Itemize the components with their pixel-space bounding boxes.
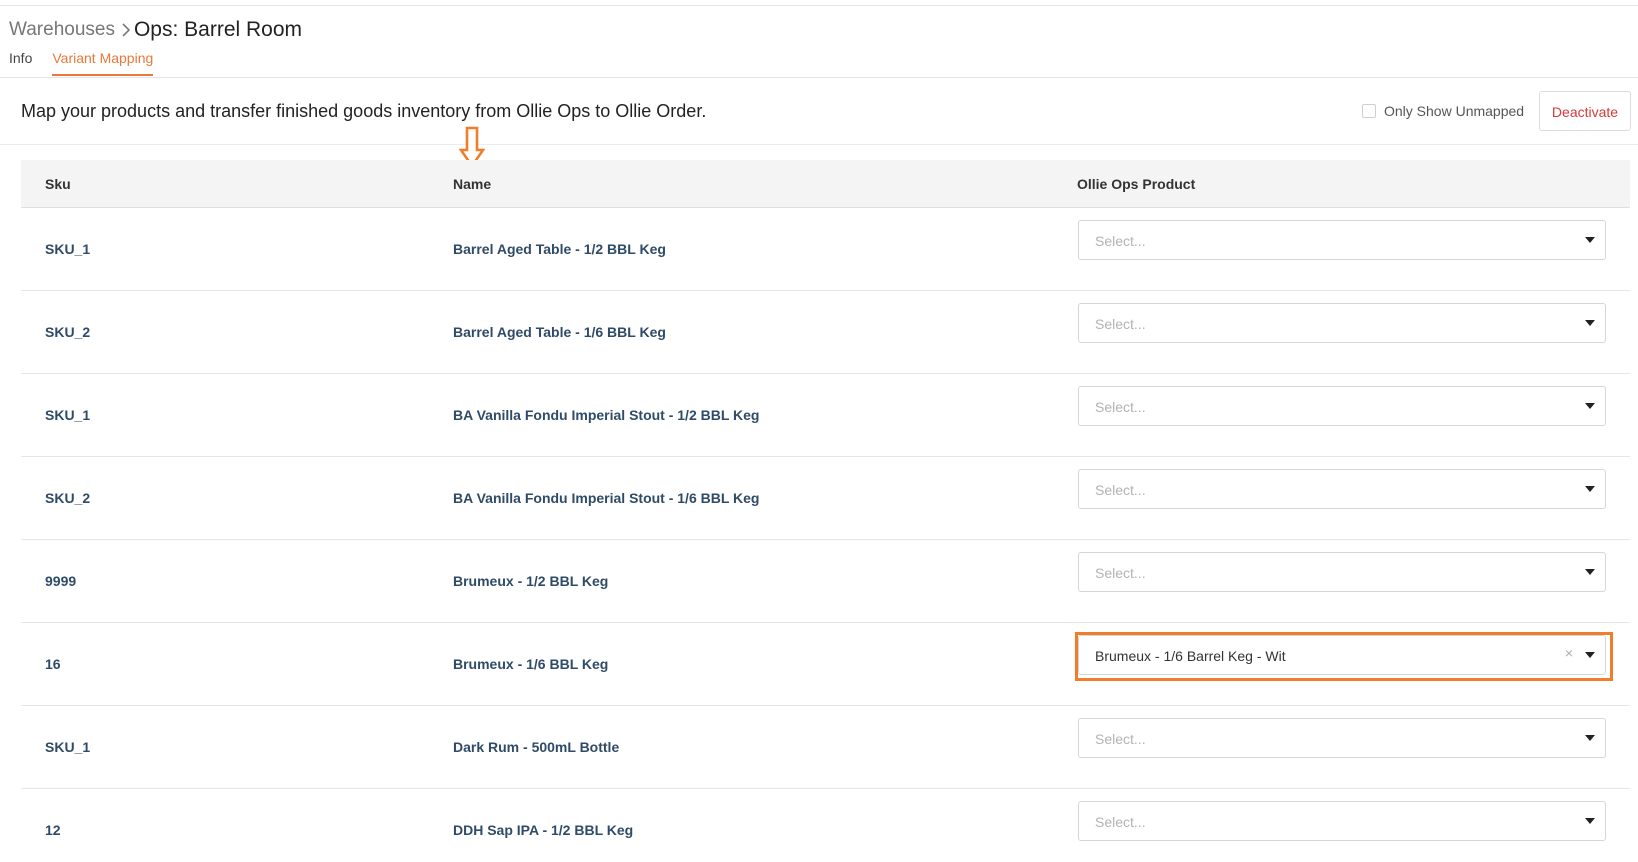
caret-down-icon[interactable] [1585,320,1595,326]
sku-cell: SKU_1 [45,407,91,423]
tab-variant-mapping[interactable]: Variant Mapping [52,49,154,76]
caret-down-icon[interactable] [1585,237,1595,243]
table-row: SKU_1 BA Vanilla Fondu Imperial Stout - 1… [21,374,1630,457]
ollie-ops-product-select[interactable]: Select... [1078,469,1606,509]
select-placeholder: Select... [1095,731,1146,747]
select-placeholder: Select... [1095,399,1146,415]
caret-down-icon[interactable] [1585,569,1595,575]
column-header-ollie-ops-product: Ollie Ops Product [1077,176,1196,192]
select-placeholder: Select... [1095,482,1146,498]
table-row: SKU_1 Barrel Aged Table - 1/2 BBL Keg Sele… [21,208,1630,291]
header-divider [0,144,1638,145]
ollie-ops-product-select[interactable]: Select... [1078,801,1606,841]
caret-down-icon[interactable] [1585,818,1595,824]
top-divider [0,5,1638,6]
table-row: 16 Brumeux - 1/6 BBL Keg Brumeux - 1/6 Bar… [21,623,1630,706]
breadcrumb: Warehouses Ops: Barrel Room [9,17,302,43]
product-name-cell: BA Vanilla Fondu Imperial Stout - 1/6 BB… [453,490,760,506]
ollie-ops-product-select[interactable]: Select... [1078,303,1606,343]
table-body: SKU_1 Barrel Aged Table - 1/2 BBL Keg Sele… [21,208,1630,862]
table-row: 12 DDH Sap IPA - 1/2 BBL Keg Select... [21,789,1630,862]
caret-down-icon[interactable] [1585,486,1595,492]
sku-cell: 12 [45,822,61,838]
page-title: Ops: Barrel Room [133,18,303,41]
tabs-divider [0,77,1638,78]
clear-selection-icon[interactable]: × [1565,645,1573,661]
product-name-cell: Barrel Aged Table - 1/2 BBL Keg [453,241,666,257]
select-placeholder: Select... [1095,814,1146,830]
sku-cell: SKU_1 [45,739,91,755]
select-placeholder: Select... [1095,565,1146,581]
product-name-cell: BA Vanilla Fondu Imperial Stout - 1/2 BB… [453,407,760,423]
table-header: Sku Name Ollie Ops Product [21,160,1630,208]
table-row: SKU_2 Barrel Aged Table - 1/6 BBL Keg Sele… [21,291,1630,374]
sku-cell: SKU_2 [45,324,91,340]
table-row: SKU_2 BA Vanilla Fondu Imperial Stout - 1… [21,457,1630,540]
product-name-cell: Dark Rum - 500mL Bottle [453,739,620,755]
sku-cell: 9999 [45,573,77,589]
column-header-sku: Sku [45,176,71,192]
tab-info[interactable]: Info [9,49,32,76]
caret-down-icon[interactable] [1585,735,1595,741]
product-name-cell: Barrel Aged Table - 1/6 BBL Keg [453,324,666,340]
ollie-ops-product-select[interactable]: Select... [1078,220,1606,260]
product-name-cell: Brumeux - 1/2 BBL Keg [453,573,609,589]
only-show-unmapped-label: Only Show Unmapped [1384,103,1525,119]
selected-product-value: Brumeux - 1/6 Barrel Keg - Wit [1095,648,1286,664]
select-placeholder: Select... [1095,233,1146,249]
chevron-right-icon [121,23,131,37]
sku-cell: 16 [45,656,61,672]
select-placeholder: Select... [1095,316,1146,332]
only-show-unmapped-checkbox[interactable] [1362,104,1376,118]
ollie-ops-product-select[interactable]: Select... [1078,552,1606,592]
ollie-ops-product-select[interactable]: Select... [1078,718,1606,758]
caret-down-icon[interactable] [1585,652,1595,658]
column-header-name: Name [453,176,492,192]
variant-mapping-page: Warehouses Ops: Barrel Room Info Variant… [0,0,1638,862]
table-row: SKU_1 Dark Rum - 500mL Bottle Select... [21,706,1630,789]
deactivate-button[interactable]: Deactivate [1539,91,1631,131]
variant-mapping-table: Sku Name Ollie Ops Product SKU_1 Barrel A… [21,160,1630,862]
tab-bar: Info Variant Mapping [9,49,173,76]
product-name-cell: Brumeux - 1/6 BBL Keg [453,656,609,672]
ollie-ops-product-select[interactable]: Select... [1078,386,1606,426]
only-show-unmapped-toggle[interactable]: Only Show Unmapped [1362,103,1524,119]
caret-down-icon[interactable] [1585,403,1595,409]
intro-text: Map your products and transfer finished … [21,101,707,121]
sku-cell: SKU_2 [45,490,91,506]
sku-cell: SKU_1 [45,241,91,257]
table-row: 9999 Brumeux - 1/2 BBL Keg Select... [21,540,1630,623]
breadcrumb-warehouses-link[interactable]: Warehouses [9,17,115,43]
ollie-ops-product-select[interactable]: Brumeux - 1/6 Barrel Keg - Wit × [1075,632,1613,681]
product-name-cell: DDH Sap IPA - 1/2 BBL Keg [453,822,634,838]
